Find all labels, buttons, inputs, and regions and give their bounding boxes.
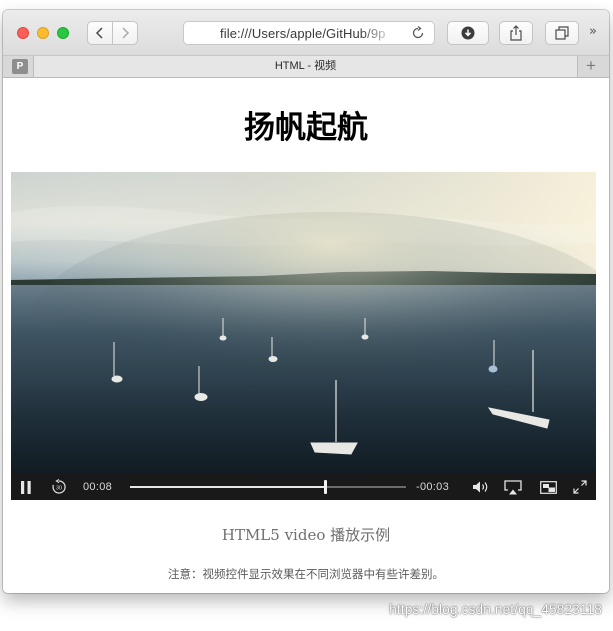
progress-fill xyxy=(130,486,326,488)
airplay-button[interactable] xyxy=(502,474,524,500)
pinned-tab[interactable]: P xyxy=(12,59,28,74)
page-content: 扬帆起航 30 00:08 -00:03 HTML5 video 播放示例 注意… xyxy=(3,78,609,593)
volume-icon xyxy=(473,481,488,493)
toolbar-overflow-button[interactable]: » xyxy=(589,24,597,39)
close-window-button[interactable] xyxy=(17,27,29,39)
volume-button[interactable] xyxy=(470,474,492,500)
browser-window: file:///Users/apple/GitHub/9p » P HTML -… xyxy=(3,10,609,593)
download-icon xyxy=(461,26,475,40)
maximize-window-button[interactable] xyxy=(57,27,69,39)
video-player[interactable]: 30 00:08 -00:03 xyxy=(11,172,596,500)
browser-note: 注意：视频控件显示效果在不同浏览器中有些许差别。 xyxy=(168,567,444,581)
tabs-overview-icon xyxy=(555,26,569,40)
watermark: https://blog.csdn.net/qq_45823118 xyxy=(389,602,602,617)
back-button[interactable] xyxy=(87,21,113,45)
remaining-time: -00:03 xyxy=(416,481,449,493)
skip-back-30-icon: 30 xyxy=(52,479,66,494)
current-time: 00:08 xyxy=(83,481,113,493)
page-heading: 扬帆起航 xyxy=(244,110,368,146)
pause-button[interactable] xyxy=(15,474,37,500)
video-controls: 30 00:08 -00:03 xyxy=(11,474,596,500)
chevron-left-icon xyxy=(95,27,103,39)
pause-icon xyxy=(21,480,31,494)
screenshot-stage: file:///Users/apple/GitHub/9p » P HTML -… xyxy=(0,0,613,631)
minimize-window-button[interactable] xyxy=(37,27,49,39)
downloads-button[interactable] xyxy=(447,21,489,45)
reload-icon[interactable] xyxy=(410,25,426,41)
chevron-right-icon xyxy=(122,27,130,39)
browser-toolbar: file:///Users/apple/GitHub/9p » xyxy=(3,10,609,56)
progress-handle[interactable] xyxy=(324,480,328,494)
fullscreen-icon xyxy=(573,480,587,494)
progress-slider[interactable] xyxy=(130,480,406,494)
svg-text:30: 30 xyxy=(56,486,62,492)
skip-back-button[interactable]: 30 xyxy=(48,474,70,500)
new-tab-button[interactable]: + xyxy=(586,57,596,75)
airplay-icon xyxy=(504,479,522,494)
address-fade xyxy=(360,23,396,43)
address-bar[interactable]: file:///Users/apple/GitHub/9p xyxy=(183,21,435,45)
share-icon xyxy=(510,25,522,41)
fullscreen-button[interactable] xyxy=(569,474,591,500)
share-button[interactable] xyxy=(499,21,533,45)
show-tabs-button[interactable] xyxy=(545,21,579,45)
tab-bar: P HTML - 视频 + xyxy=(3,56,609,78)
active-tab[interactable]: HTML - 视频 xyxy=(33,56,578,77)
video-caption: HTML5 video 播放示例 xyxy=(221,526,391,544)
video-frame xyxy=(11,172,596,474)
picture-in-picture-button[interactable] xyxy=(537,474,559,500)
forward-button[interactable] xyxy=(112,21,138,45)
picture-in-picture-icon xyxy=(539,480,557,494)
